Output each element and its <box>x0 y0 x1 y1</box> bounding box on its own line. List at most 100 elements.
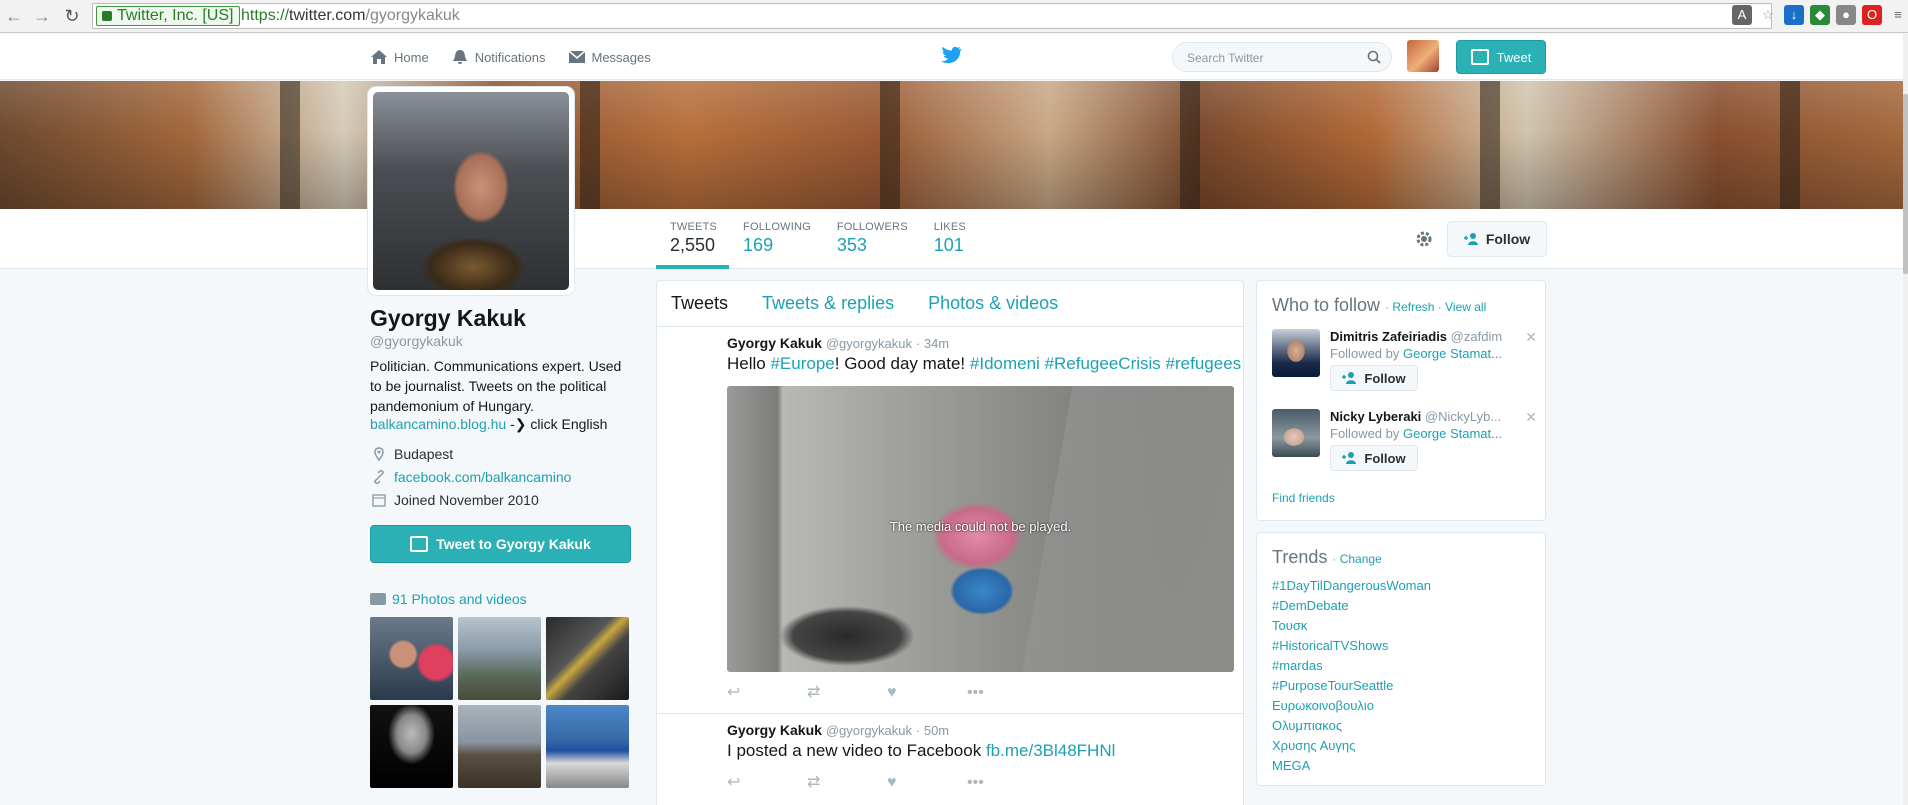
photo-thumbnail[interactable] <box>458 705 541 788</box>
profile-avatar[interactable] <box>368 87 574 295</box>
secure-badge[interactable]: Twitter, Inc. [US] <box>96 6 241 26</box>
compose-tweet-button[interactable]: Tweet <box>1456 40 1546 74</box>
stat-following[interactable]: FOLLOWING 169 <box>729 209 823 269</box>
url-text[interactable]: https://twitter.com/gyorgykakuk <box>241 7 460 25</box>
suggested-user-avatar[interactable] <box>1272 409 1320 457</box>
view-all-link[interactable]: View all <box>1445 300 1486 314</box>
tweet-link[interactable]: fb.me/3Bl48FHNl <box>986 741 1115 760</box>
trend-item[interactable]: #PurposeTourSeattle <box>1272 676 1431 696</box>
trend-item[interactable]: Ολυμπιακος <box>1272 716 1431 736</box>
photo-thumbnail[interactable] <box>546 705 629 788</box>
menu-icon[interactable]: ≡ <box>1888 5 1908 25</box>
photo-thumbnail[interactable] <box>458 617 541 700</box>
refresh-link[interactable]: Refresh <box>1392 300 1434 314</box>
photos-videos-link[interactable]: 91 Photos and videos <box>370 591 527 607</box>
translate-icon[interactable]: A <box>1732 5 1752 25</box>
add-user-icon <box>1342 452 1357 464</box>
stat-followers[interactable]: FOLLOWERS 353 <box>823 209 920 269</box>
followed-by-link[interactable]: George Stamat... <box>1403 346 1502 361</box>
opera-icon[interactable]: O <box>1862 5 1882 25</box>
trend-item[interactable]: #1DayTilDangerousWoman <box>1272 576 1431 596</box>
dismiss-icon[interactable]: ✕ <box>1525 409 1537 426</box>
follow-button[interactable]: Follow <box>1330 365 1418 391</box>
tweet-to-button[interactable]: Tweet to Gyorgy Kakuk <box>370 525 631 563</box>
star-icon[interactable]: ☆ <box>1758 5 1778 25</box>
tweet-time[interactable]: · 50m <box>916 723 949 738</box>
profile-name[interactable]: Gyorgy Kakuk <box>370 305 526 332</box>
tweet-handle[interactable]: @gyorgykakuk <box>826 723 912 738</box>
profile-joined: Joined November 2010 <box>370 492 630 508</box>
nav-messages[interactable]: Messages <box>568 49 651 65</box>
forward-arrow-icon[interactable]: → <box>32 5 52 27</box>
bio-link[interactable]: balkancamino.blog.hu <box>370 416 506 432</box>
back-arrow-icon[interactable]: ← <box>4 5 24 27</box>
tweet-handle[interactable]: @gyorgykakuk <box>826 336 912 351</box>
followed-by-link[interactable]: George Stamat... <box>1403 426 1502 441</box>
suggested-user-avatar[interactable] <box>1272 329 1320 377</box>
suggested-user-name[interactable]: Dimitris Zafeiriadis <box>1330 329 1447 344</box>
hashtag-link[interactable]: #Europe <box>770 354 834 373</box>
find-friends-link[interactable]: Find friends <box>1272 491 1335 505</box>
extension-icon[interactable]: ● <box>1836 5 1856 25</box>
like-heart-icon[interactable]: ♥ <box>887 684 967 702</box>
tweet-author[interactable]: Gyorgy Kakuk <box>727 335 822 351</box>
trend-item[interactable]: #mardas <box>1272 656 1431 676</box>
address-bar[interactable]: Twitter, Inc. [US] https://twitter.com/g… <box>92 3 1772 29</box>
trend-item[interactable]: #DemDebate <box>1272 596 1431 616</box>
tweet-media[interactable]: The media could not be played. <box>727 386 1234 672</box>
more-icon[interactable]: ••• <box>967 684 1047 702</box>
tweet-author[interactable]: Gyorgy Kakuk <box>727 722 822 738</box>
suggested-user-name[interactable]: Nicky Lyberaki <box>1330 409 1421 424</box>
profile-stats: TWEETS 2,550 FOLLOWING 169 FOLLOWERS 353… <box>656 209 978 269</box>
stat-likes[interactable]: LIKES 101 <box>920 209 978 269</box>
tab-tweets[interactable]: Tweets <box>671 293 728 314</box>
photo-thumbnail[interactable] <box>370 617 453 700</box>
hashtag-link[interactable]: #refugees <box>1166 354 1242 373</box>
extension-icon[interactable]: ◆ <box>1810 5 1830 25</box>
hashtag-link[interactable]: #RefugeeCrisis <box>1045 354 1161 373</box>
camera-icon <box>370 593 386 605</box>
trend-item[interactable]: Χρυσης Αυγης <box>1272 736 1431 756</box>
hashtag-link[interactable]: #Idomeni <box>970 354 1040 373</box>
tab-tweets-replies[interactable]: Tweets & replies <box>762 293 894 314</box>
trend-item[interactable]: #HistoricalTVShows <box>1272 636 1431 656</box>
retweet-icon[interactable]: ⇄ <box>807 774 887 792</box>
photo-thumbnail[interactable] <box>370 705 453 788</box>
twitter-bird-icon[interactable] <box>940 46 962 66</box>
download-extension-icon[interactable]: ↓ <box>1784 5 1804 25</box>
tweet[interactable]: Gyorgy Kakuk @gyorgykakuk · 50m I posted… <box>657 714 1243 805</box>
profile-banner <box>0 81 1908 209</box>
like-heart-icon[interactable]: ♥ <box>887 774 967 792</box>
tweet[interactable]: Gyorgy Kakuk @gyorgykakuk · 34m Hello #E… <box>657 327 1243 714</box>
gear-icon[interactable] <box>1413 228 1435 250</box>
nav-home[interactable]: Home <box>370 49 429 65</box>
follow-button[interactable]: Follow <box>1330 445 1418 471</box>
reply-icon[interactable]: ↩ <box>727 684 807 702</box>
follow-button[interactable]: Follow <box>1447 221 1547 257</box>
search-input[interactable]: Search Twitter <box>1172 42 1392 72</box>
trend-item[interactable]: Ευρωκοινοβουλιο <box>1272 696 1431 716</box>
trend-item[interactable]: Τουσκ <box>1272 616 1431 636</box>
tweet-avatar[interactable] <box>670 337 718 385</box>
photo-thumbnail[interactable] <box>546 617 629 700</box>
nav-notifications[interactable]: Notifications <box>451 49 546 65</box>
tweet-time[interactable]: · 34m <box>916 336 949 351</box>
retweet-icon[interactable]: ⇄ <box>807 684 887 702</box>
stat-tweets[interactable]: TWEETS 2,550 <box>656 209 730 269</box>
reload-icon[interactable]: ↻ <box>62 5 82 27</box>
change-trends-link[interactable]: Change <box>1340 552 1382 566</box>
website-link[interactable]: facebook.com/balkancamino <box>394 469 571 485</box>
tweet-avatar[interactable] <box>670 724 718 772</box>
dismiss-icon[interactable]: ✕ <box>1525 329 1537 346</box>
page-scrollbar[interactable] <box>1903 34 1908 805</box>
reply-icon[interactable]: ↩ <box>727 774 807 792</box>
profile-handle[interactable]: @gyorgykakuk <box>370 333 463 349</box>
user-avatar[interactable] <box>1407 40 1439 72</box>
search-icon[interactable] <box>1367 50 1381 64</box>
suggested-user: Nicky Lyberaki @NickyLyb... Followed by … <box>1272 409 1537 473</box>
tab-photos-videos[interactable]: Photos & videos <box>928 293 1058 314</box>
more-icon[interactable]: ••• <box>967 774 1047 792</box>
scrollbar-thumb[interactable] <box>1903 94 1908 274</box>
tweet-actions: ↩ ⇄ ♥ ••• <box>727 684 1047 702</box>
trend-item[interactable]: MEGA <box>1272 756 1431 776</box>
